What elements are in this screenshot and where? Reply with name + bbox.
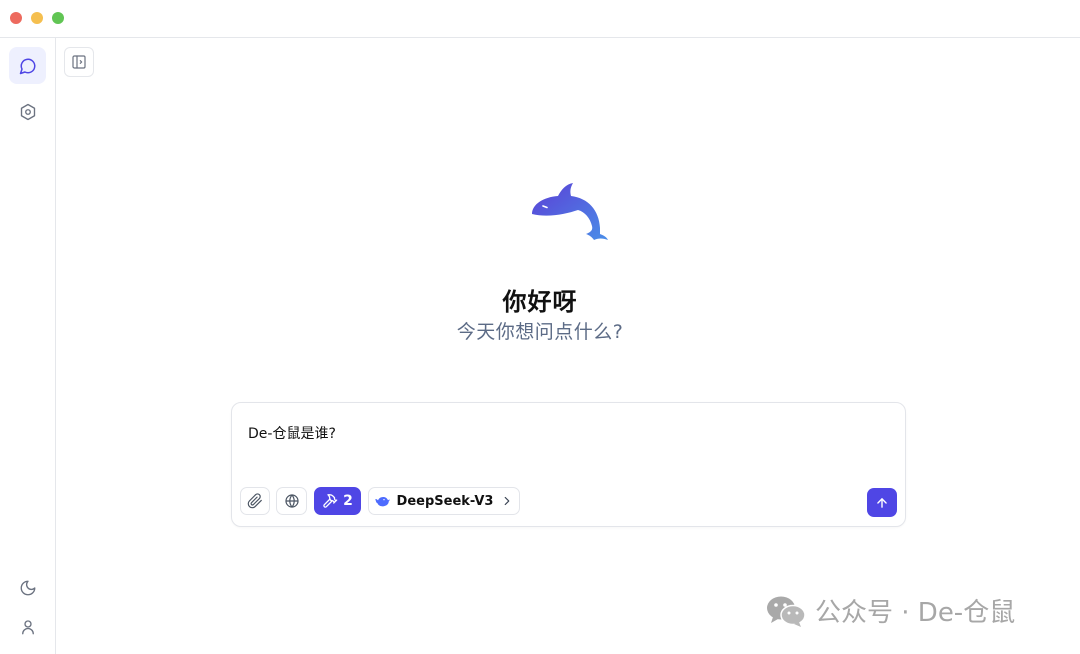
greeting-title: 你好呀 (502, 288, 578, 316)
globe-icon (284, 494, 299, 508)
user-icon (21, 619, 34, 634)
settings-hexagon-icon (20, 103, 35, 120)
sidebar-item-chat[interactable] (9, 47, 46, 84)
model-selector[interactable]: DeepSeek-V3 (368, 487, 520, 515)
paperclip-icon (247, 493, 262, 509)
watermark: 公众号 · De-仓鼠 (765, 592, 1015, 629)
web-search-button[interactable] (276, 487, 307, 515)
model-name: DeepSeek-V3 (396, 493, 494, 509)
greeting-subtitle: 今天你想问点什么? (456, 321, 624, 343)
chat-bubble-icon (19, 58, 35, 74)
dolphin-logo-icon (532, 183, 608, 240)
watermark-text: 公众号 · De-仓鼠 (815, 598, 1016, 628)
theme-toggle-button[interactable] (9, 569, 46, 606)
moon-icon (20, 580, 35, 595)
message-input[interactable]: De-仓鼠是谁? (248, 423, 336, 443)
arrow-up-icon (877, 497, 887, 508)
user-profile-button[interactable] (9, 608, 46, 645)
sidebar (0, 38, 56, 654)
window-maximize-button[interactable] (52, 12, 64, 24)
sidebar-item-settings[interactable] (9, 93, 46, 130)
chevron-right-icon (505, 496, 510, 506)
wechat-icon (767, 596, 806, 627)
deepseek-whale-icon (374, 497, 390, 507)
window-titlebar (0, 0, 1080, 38)
panel-toggle-icon (72, 55, 86, 69)
hammer-icon (323, 494, 338, 508)
window-close-button[interactable] (10, 12, 22, 24)
message-composer[interactable]: De-仓鼠是谁? 2 DeepSeek-V3 (231, 402, 906, 527)
panel-toggle-button[interactable] (64, 47, 94, 77)
tools-count: 2 (343, 493, 353, 509)
send-button[interactable] (867, 488, 897, 517)
tools-button[interactable]: 2 (314, 487, 361, 515)
attach-button[interactable] (240, 487, 270, 515)
window-minimize-button[interactable] (31, 12, 43, 24)
